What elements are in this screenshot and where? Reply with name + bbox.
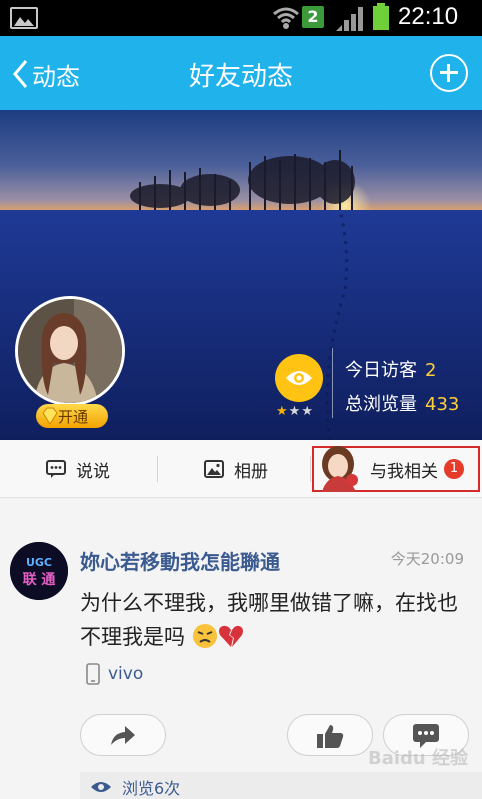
eye-icon (91, 782, 111, 792)
total-views-count: 433 (425, 394, 460, 415)
star-icon: ★ (301, 404, 314, 419)
photo-icon (204, 460, 224, 478)
tab-album[interactable]: 相册 (204, 440, 268, 498)
visitor-eye-icon[interactable] (275, 354, 323, 402)
page-title: 好友动态 (188, 62, 293, 92)
feed-item: UGC 联 通 妳心若移動我怎能聯通 今天20:09 为什么不理我，我哪里做错了… (0, 518, 482, 799)
author-name[interactable]: 妳心若移動我怎能聯通 (80, 546, 280, 575)
diamond-icon (42, 407, 58, 425)
status-bar: 2 22:10 (0, 0, 482, 36)
signal-icon (336, 7, 363, 31)
wifi-icon (273, 7, 299, 29)
tab-say[interactable]: 说说 (46, 440, 110, 498)
avatar-text: 联 通 (23, 572, 56, 588)
tab-about-me[interactable]: 与我相关 1 (312, 446, 480, 492)
like-button[interactable] (287, 714, 373, 756)
view-count: 浏览6次 (80, 772, 482, 799)
broken-heart-icon (218, 625, 243, 647)
post-content: 为什么不理我，我哪里做错了嘛，在找也不理我是吗 (80, 586, 460, 654)
star-icon: ★ (288, 404, 302, 419)
total-views[interactable]: 总浏览量 433 (345, 390, 459, 416)
tab-bar: 说说 相册 与我相关 1 (0, 440, 482, 498)
thumbs-up-icon (317, 725, 344, 748)
phone-icon (86, 663, 100, 685)
star-rating: ★★★ (276, 404, 314, 419)
today-visitors-label: 今日访客 (345, 360, 417, 381)
vip-badge[interactable]: 开通 (36, 404, 108, 428)
post-time: 今天20:09 (390, 550, 464, 568)
battery-icon (373, 3, 389, 30)
tab-divider (157, 456, 158, 482)
device-name: vivo (108, 664, 144, 684)
post-text: 为什么不理我，我哪里做错了嘛，在找也不理我是吗 (80, 591, 458, 649)
profile-avatar[interactable] (15, 296, 125, 406)
device-tag: vivo (86, 663, 143, 685)
stat-divider (332, 348, 333, 418)
today-visitors-count: 2 (425, 360, 437, 381)
clock: 22:10 (398, 3, 459, 30)
tab-say-label: 说说 (76, 461, 110, 482)
title-bar: 动态 好友动态 (0, 36, 482, 110)
tab-divider (310, 456, 311, 482)
add-icon[interactable] (430, 54, 468, 92)
tab-album-label: 相册 (234, 461, 268, 482)
total-views-label: 总浏览量 (345, 394, 417, 415)
cover-image: 开通 ★★★ 今日访客 2 总浏览量 433 (0, 110, 482, 440)
author-avatar[interactable]: UGC 联 通 (10, 542, 68, 600)
friend-avatar (316, 444, 362, 492)
watermark: Baidu 经验 (368, 748, 469, 769)
gallery-notification-icon (10, 7, 38, 29)
svg-text:UGC: UGC (26, 556, 52, 569)
speech-bubble-icon (46, 460, 66, 478)
sim-badge: 2 (302, 6, 324, 28)
share-icon (111, 726, 135, 745)
star-icon: ★ (276, 404, 289, 419)
view-count-label: 浏览6次 (122, 779, 181, 798)
tab-about-me-label: 与我相关 (370, 461, 438, 482)
angry-face-emoji-icon (192, 624, 217, 648)
vip-label: 开通 (58, 407, 89, 426)
notification-badge: 1 (444, 459, 464, 479)
share-button[interactable] (80, 714, 166, 756)
today-visitors[interactable]: 今日访客 2 (345, 356, 436, 382)
